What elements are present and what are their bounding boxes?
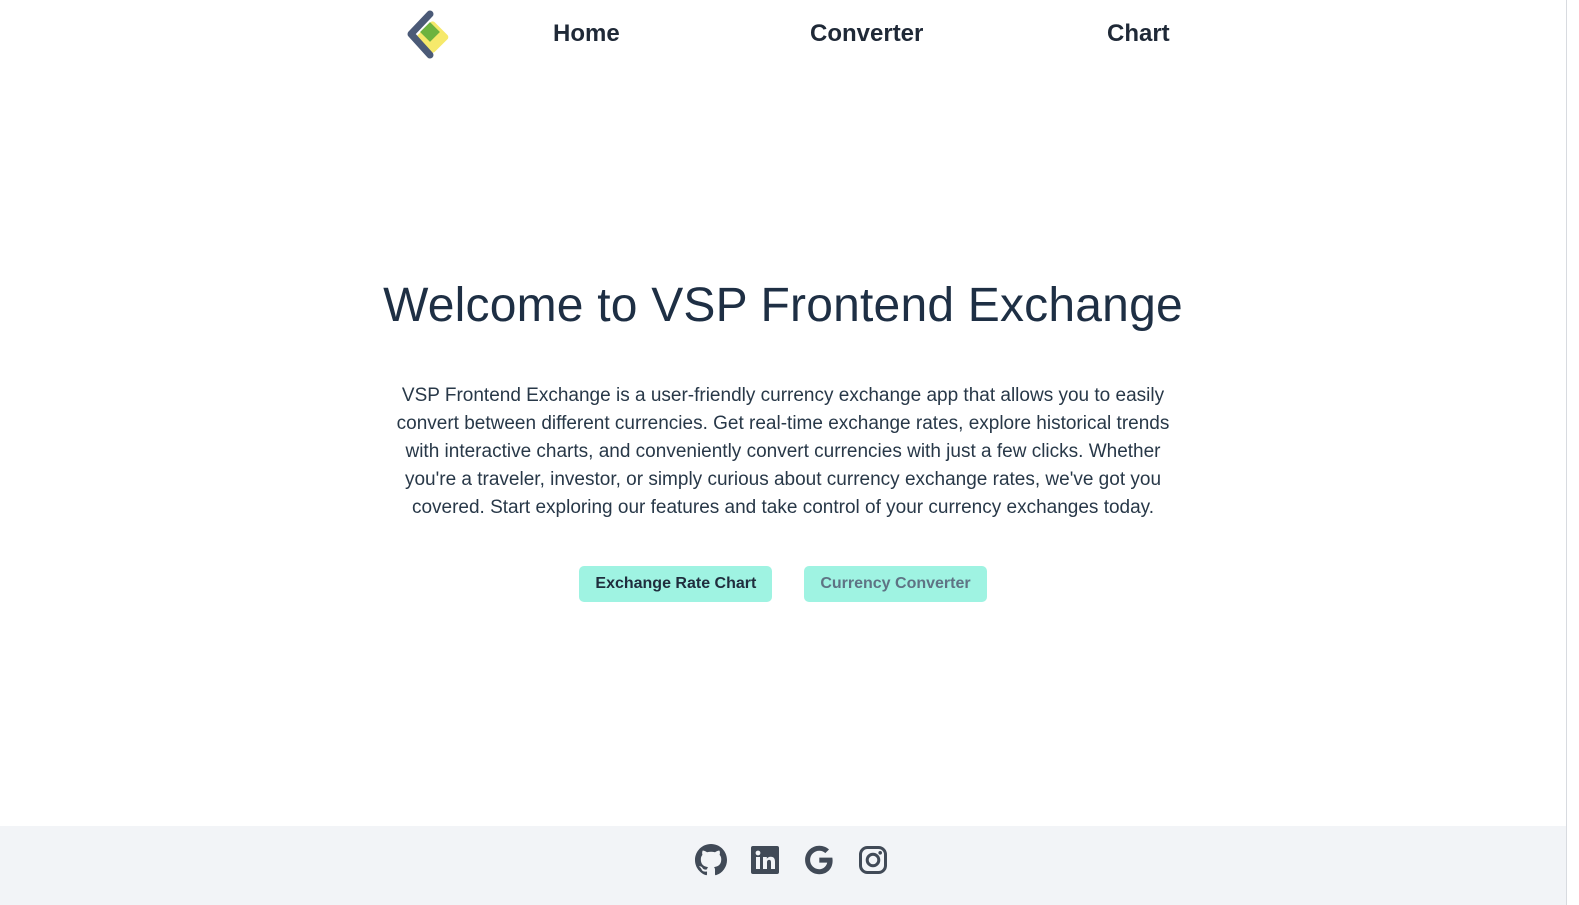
- vsp-diamond-logo-icon: [407, 10, 449, 59]
- page-title: Welcome to VSP Frontend Exchange: [383, 279, 1183, 332]
- hero-section: Welcome to VSP Frontend Exchange VSP Fro…: [383, 270, 1183, 602]
- nav-converter-link[interactable]: Converter: [810, 19, 923, 49]
- social-links: [695, 844, 889, 876]
- github-icon: [695, 844, 727, 876]
- footer: [0, 826, 1566, 905]
- github-link[interactable]: [695, 844, 727, 876]
- instagram-link[interactable]: [857, 844, 889, 876]
- nav-home-link[interactable]: Home: [553, 19, 620, 49]
- exchange-rate-chart-button[interactable]: Exchange Rate Chart: [579, 566, 773, 602]
- nav-chart-link[interactable]: Chart: [1107, 19, 1170, 49]
- instagram-icon: [859, 846, 887, 874]
- logo-link[interactable]: [405, 10, 457, 62]
- google-icon: [805, 845, 833, 875]
- top-navigation: Home Converter Chart: [0, 0, 1566, 70]
- linkedin-link[interactable]: [749, 844, 781, 876]
- page: Home Converter Chart Welcome to VSP Fron…: [0, 0, 1579, 905]
- currency-converter-button[interactable]: Currency Converter: [804, 566, 987, 602]
- hero-buttons: Exchange Rate Chart Currency Converter: [383, 566, 1183, 602]
- hero-description: VSP Frontend Exchange is a user-friendly…: [396, 385, 1170, 518]
- scrollbar[interactable]: [1566, 0, 1579, 905]
- google-link[interactable]: [803, 844, 835, 876]
- linkedin-icon: [751, 846, 779, 874]
